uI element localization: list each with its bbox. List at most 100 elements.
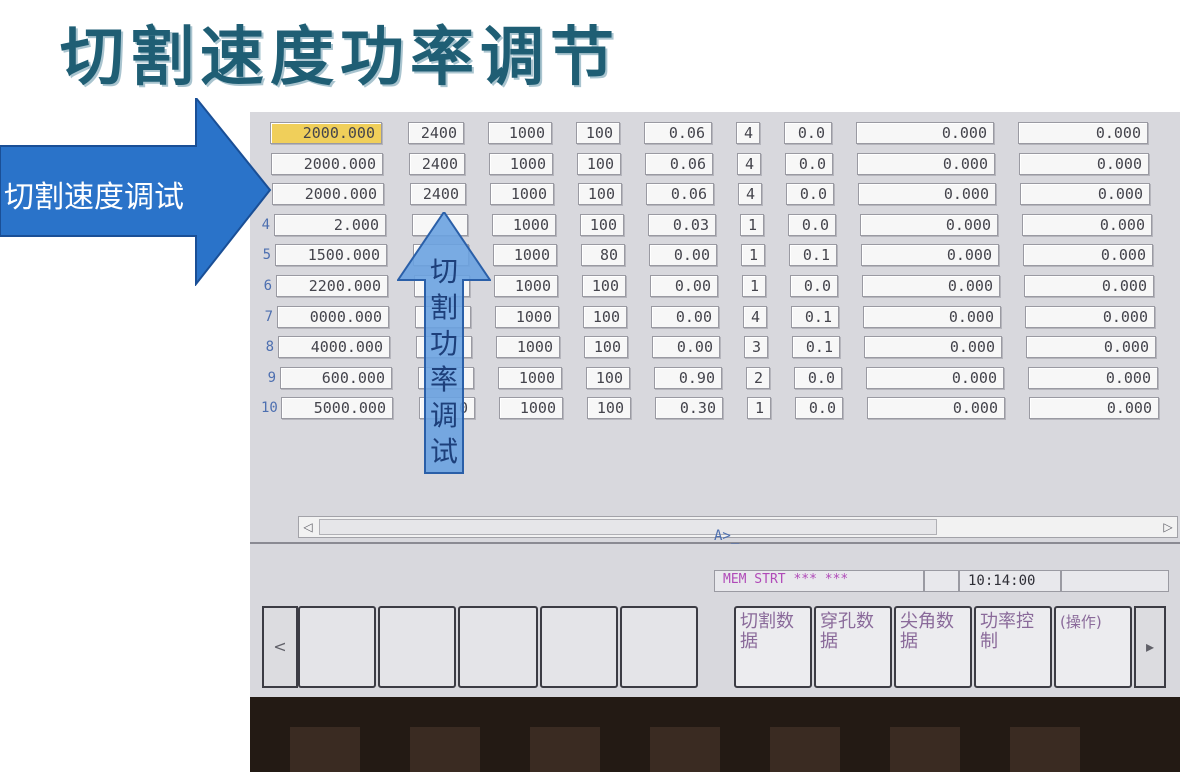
table-cell-c5[interactable]: 0.00	[651, 306, 719, 328]
table-cell-c7[interactable]: 0.1	[791, 306, 839, 328]
table-cell-c9[interactable]: 0.000	[1029, 397, 1159, 419]
table-cell-c1[interactable]: 600.000	[280, 367, 392, 389]
table-cell-c4[interactable]: 100	[583, 306, 627, 328]
table-cell-c5[interactable]: 0.00	[649, 244, 717, 266]
table-cell-c2[interactable]: 2400	[410, 183, 466, 205]
table-cell-c7[interactable]: 0.0	[795, 397, 843, 419]
table-cell-c5[interactable]: 0.30	[655, 397, 723, 419]
table-cell-c7[interactable]: 0.0	[788, 214, 836, 236]
table-cell-c7[interactable]: 0.1	[792, 336, 840, 358]
softkey-operate[interactable]: (操作)	[1054, 606, 1132, 688]
softkey-power-control[interactable]: 功率控制	[974, 606, 1052, 688]
table-cell-c7[interactable]: 0.1	[789, 244, 837, 266]
softkey-prev-button[interactable]: <	[262, 606, 298, 688]
scroll-left-arrow-icon[interactable]: ◁	[299, 518, 317, 536]
table-cell-c6[interactable]: 1	[747, 397, 771, 419]
table-cell-c5[interactable]: 0.00	[652, 336, 720, 358]
table-cell-c8[interactable]: 0.000	[861, 244, 999, 266]
table-cell-c7[interactable]: 0.0	[784, 122, 832, 144]
table-cell-c5[interactable]: 0.03	[648, 214, 716, 236]
table-cell-c5[interactable]: 0.90	[654, 367, 722, 389]
table-cell-c8[interactable]: 0.000	[863, 306, 1001, 328]
table-cell-c8[interactable]: 0.000	[860, 214, 998, 236]
table-cell-c3[interactable]: 1000	[499, 397, 563, 419]
table-cell-c1[interactable]: 2200.000	[276, 275, 388, 297]
table-cell-c6[interactable]: 1	[741, 244, 765, 266]
table-cell-c9[interactable]: 0.000	[1025, 306, 1155, 328]
table-cell-c3[interactable]: 1000	[494, 275, 558, 297]
table-cell-c9[interactable]: 0.000	[1022, 214, 1152, 236]
softkey-blank-4[interactable]	[540, 606, 618, 688]
table-cell-c8[interactable]: 0.000	[864, 336, 1002, 358]
table-cell-c3[interactable]: 1000	[493, 244, 557, 266]
table-cell-c9[interactable]: 0.000	[1023, 244, 1153, 266]
table-cell-c9[interactable]: 0.000	[1026, 336, 1156, 358]
softkey-blank-5[interactable]	[620, 606, 698, 688]
table-cell-c1[interactable]: 2.000	[274, 214, 386, 236]
table-cell-c6[interactable]: 4	[736, 122, 760, 144]
table-cell-c5[interactable]: 0.06	[645, 153, 713, 175]
table-cell-c7[interactable]: 0.0	[786, 183, 834, 205]
table-cell-c3[interactable]: 1000	[495, 306, 559, 328]
table-cell-c4[interactable]: 80	[581, 244, 625, 266]
softkey-blank-1[interactable]	[298, 606, 376, 688]
table-cell-c9[interactable]: 0.000	[1024, 275, 1154, 297]
table-cell-c2[interactable]: 2400	[408, 122, 464, 144]
table-cell-c3[interactable]: 1000	[492, 214, 556, 236]
table-cell-c9[interactable]: 0.000	[1019, 153, 1149, 175]
table-cell-c6[interactable]: 4	[737, 153, 761, 175]
softkey-blank-2[interactable]	[378, 606, 456, 688]
table-cell-c2[interactable]: 2400	[409, 153, 465, 175]
table-cell-c3[interactable]: 1000	[490, 183, 554, 205]
table-cell-c8[interactable]: 0.000	[856, 122, 994, 144]
softkey-corner-data[interactable]: 尖角数据	[894, 606, 972, 688]
table-cell-c8[interactable]: 0.000	[867, 397, 1005, 419]
table-cell-c6[interactable]: 2	[746, 367, 770, 389]
table-cell-c7[interactable]: 0.0	[790, 275, 838, 297]
table-cell-c4[interactable]: 100	[587, 397, 631, 419]
table-cell-c4[interactable]: 100	[582, 275, 626, 297]
table-cell-c4[interactable]: 100	[580, 214, 624, 236]
table-cell-c6[interactable]: 3	[744, 336, 768, 358]
table-cell-c1[interactable]: 5000.000	[281, 397, 393, 419]
table-cell-c1[interactable]: 4000.000	[278, 336, 390, 358]
command-prompt[interactable]: A>_	[714, 528, 739, 544]
scrollbar-thumb[interactable]	[319, 519, 937, 535]
table-cell-c4[interactable]: 100	[576, 122, 620, 144]
table-cell-c6[interactable]: 4	[743, 306, 767, 328]
table-cell-c1[interactable]: 1500.000	[275, 244, 387, 266]
table-cell-c6[interactable]: 1	[742, 275, 766, 297]
softkey-blank-3[interactable]	[458, 606, 538, 688]
table-cell-c6[interactable]: 4	[738, 183, 762, 205]
table-cell-c1[interactable]: 0000.000	[277, 306, 389, 328]
status-divider	[1060, 571, 1062, 591]
softkey-pierce-data[interactable]: 穿孔数据	[814, 606, 892, 688]
table-cell-c8[interactable]: 0.000	[866, 367, 1004, 389]
table-cell-c8[interactable]: 0.000	[857, 153, 995, 175]
table-cell-c5[interactable]: 0.06	[646, 183, 714, 205]
table-cell-c7[interactable]: 0.0	[794, 367, 842, 389]
table-cell-c4[interactable]: 100	[584, 336, 628, 358]
softkey-cutting-data[interactable]: 切割数据	[734, 606, 812, 688]
table-cell-c8[interactable]: 0.000	[862, 275, 1000, 297]
softkey-next-button[interactable]: ▸	[1134, 606, 1166, 688]
table-cell-c4[interactable]: 100	[578, 183, 622, 205]
table-cell-c1[interactable]: 2000.000	[272, 183, 384, 205]
table-cell-c3[interactable]: 1000	[489, 153, 553, 175]
table-cell-c8[interactable]: 0.000	[858, 183, 996, 205]
table-cell-c9[interactable]: 0.000	[1018, 122, 1148, 144]
table-cell-c4[interactable]: 100	[586, 367, 630, 389]
table-cell-c5[interactable]: 0.00	[650, 275, 718, 297]
table-cell-c3[interactable]: 1000	[496, 336, 560, 358]
table-cell-c6[interactable]: 1	[740, 214, 764, 236]
table-cell-c1[interactable]: 2000.000	[271, 153, 383, 175]
table-cell-c3[interactable]: 1000	[488, 122, 552, 144]
table-cell-c3[interactable]: 1000	[498, 367, 562, 389]
scroll-right-arrow-icon[interactable]: ▷	[1159, 518, 1177, 536]
table-cell-c5[interactable]: 0.06	[644, 122, 712, 144]
table-cell-c9[interactable]: 0.000	[1028, 367, 1158, 389]
table-cell-c9[interactable]: 0.000	[1020, 183, 1150, 205]
table-cell-c7[interactable]: 0.0	[785, 153, 833, 175]
table-cell-c1[interactable]: 2000.000	[270, 122, 382, 144]
table-cell-c4[interactable]: 100	[577, 153, 621, 175]
